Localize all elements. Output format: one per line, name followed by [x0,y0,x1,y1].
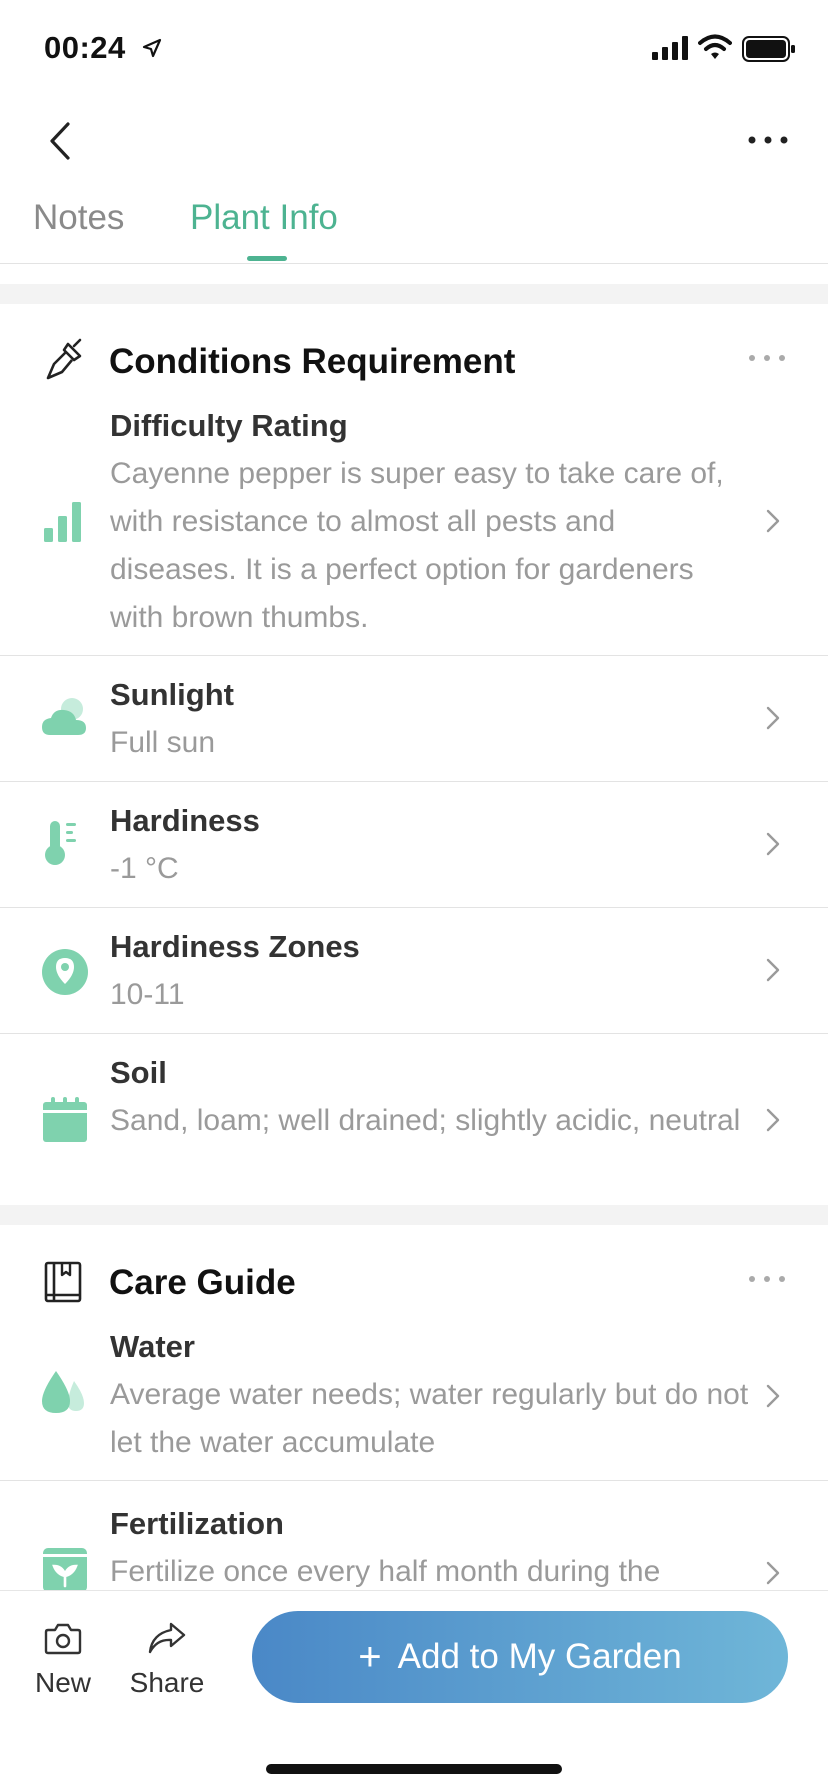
share-icon [148,1622,186,1654]
wifi-icon [698,34,732,59]
location-arrow-icon [142,38,162,58]
calendar-icon [43,1097,87,1142]
conditions-section-title: Conditions Requirement [109,342,516,381]
row-title: Soil [110,1055,167,1090]
chevron-right-icon [766,1108,780,1132]
row-description: Fertilize once every half month during t… [110,1555,661,1588]
tab-bar: Notes Plant Info [0,190,828,264]
more-options-button[interactable] [744,124,792,156]
row-title: Difficulty Rating [110,408,348,443]
thermometer-icon [45,821,76,865]
add-to-garden-button[interactable]: + Add to My Garden [252,1611,788,1703]
book-icon [44,1261,82,1303]
hardiness-row[interactable]: Hardiness -1 °C [0,783,828,908]
home-indicator [266,1764,562,1774]
battery-icon [742,36,795,62]
row-description: Sand, loam; well drained; slightly acidi… [110,1104,741,1137]
trowel-icon [46,338,82,380]
row-description: Average water needs; water regularly but… [110,1378,749,1459]
status-bar: 00:24 [0,0,828,100]
chevron-right-icon [766,1561,780,1585]
back-button[interactable] [40,118,80,164]
row-title: Fertilization [110,1506,284,1541]
more-horizontal-icon [749,355,785,361]
camera-icon [44,1623,82,1655]
chevron-right-icon [766,1384,780,1408]
new-label: New [34,1667,91,1698]
chevron-left-icon [50,122,70,160]
new-button[interactable]: New [18,1621,108,1699]
hardiness-zones-row[interactable]: Hardiness Zones 10-11 [0,909,828,1034]
share-label: Share [129,1667,205,1698]
tab-indicator [247,256,287,261]
status-time: 00:24 [44,30,126,65]
row-description: 10-11 [110,978,185,1011]
plus-icon: + [358,1635,382,1679]
tab-plant-info[interactable]: Plant Info [190,198,338,238]
chevron-right-icon [766,958,780,982]
more-horizontal-icon [749,1276,785,1282]
row-description: Cayenne pepper is super easy to take car… [110,457,724,634]
fertilization-row[interactable]: Fertilization Fertilize once every half … [0,1482,828,1590]
tab-notes[interactable]: Notes [33,198,124,238]
row-title: Hardiness Zones [110,929,360,964]
sunlight-row[interactable]: Sunlight Full sun [0,657,828,782]
water-row[interactable]: Water Average water needs; water regular… [0,1321,828,1481]
care-guide-more-button[interactable] [745,1267,789,1291]
row-title: Water [110,1329,195,1364]
cloud-sun-icon [42,698,86,735]
conditions-more-button[interactable] [745,346,789,370]
water-drops-icon [42,1371,84,1413]
more-horizontal-icon [748,136,788,144]
cellular-signal-icon [652,36,688,60]
conditions-section-header: Conditions Requirement [0,320,828,400]
chevron-right-icon [766,832,780,856]
chevron-right-icon [766,509,780,533]
add-to-garden-label: Add to My Garden [397,1637,682,1676]
soil-row[interactable]: Soil Sand, loam; well drained; slightly … [0,1035,828,1205]
bottom-action-bar: New Share + Add to My Garden [0,1590,828,1792]
bar-chart-icon [44,502,81,542]
care-guide-section-header: Care Guide [0,1241,828,1321]
section-divider [0,284,828,304]
row-title: Hardiness [110,803,260,838]
location-pin-icon [42,949,88,995]
row-title: Sunlight [110,677,234,712]
section-divider [0,1205,828,1225]
row-description: -1 °C [110,852,179,885]
care-guide-section-title: Care Guide [109,1263,296,1302]
share-button[interactable]: Share [122,1621,212,1699]
fertilizer-bag-icon [43,1548,87,1590]
chevron-right-icon [766,706,780,730]
row-description: Full sun [110,726,216,759]
difficulty-rating-row[interactable]: Difficulty Rating Cayenne pepper is supe… [0,400,828,656]
